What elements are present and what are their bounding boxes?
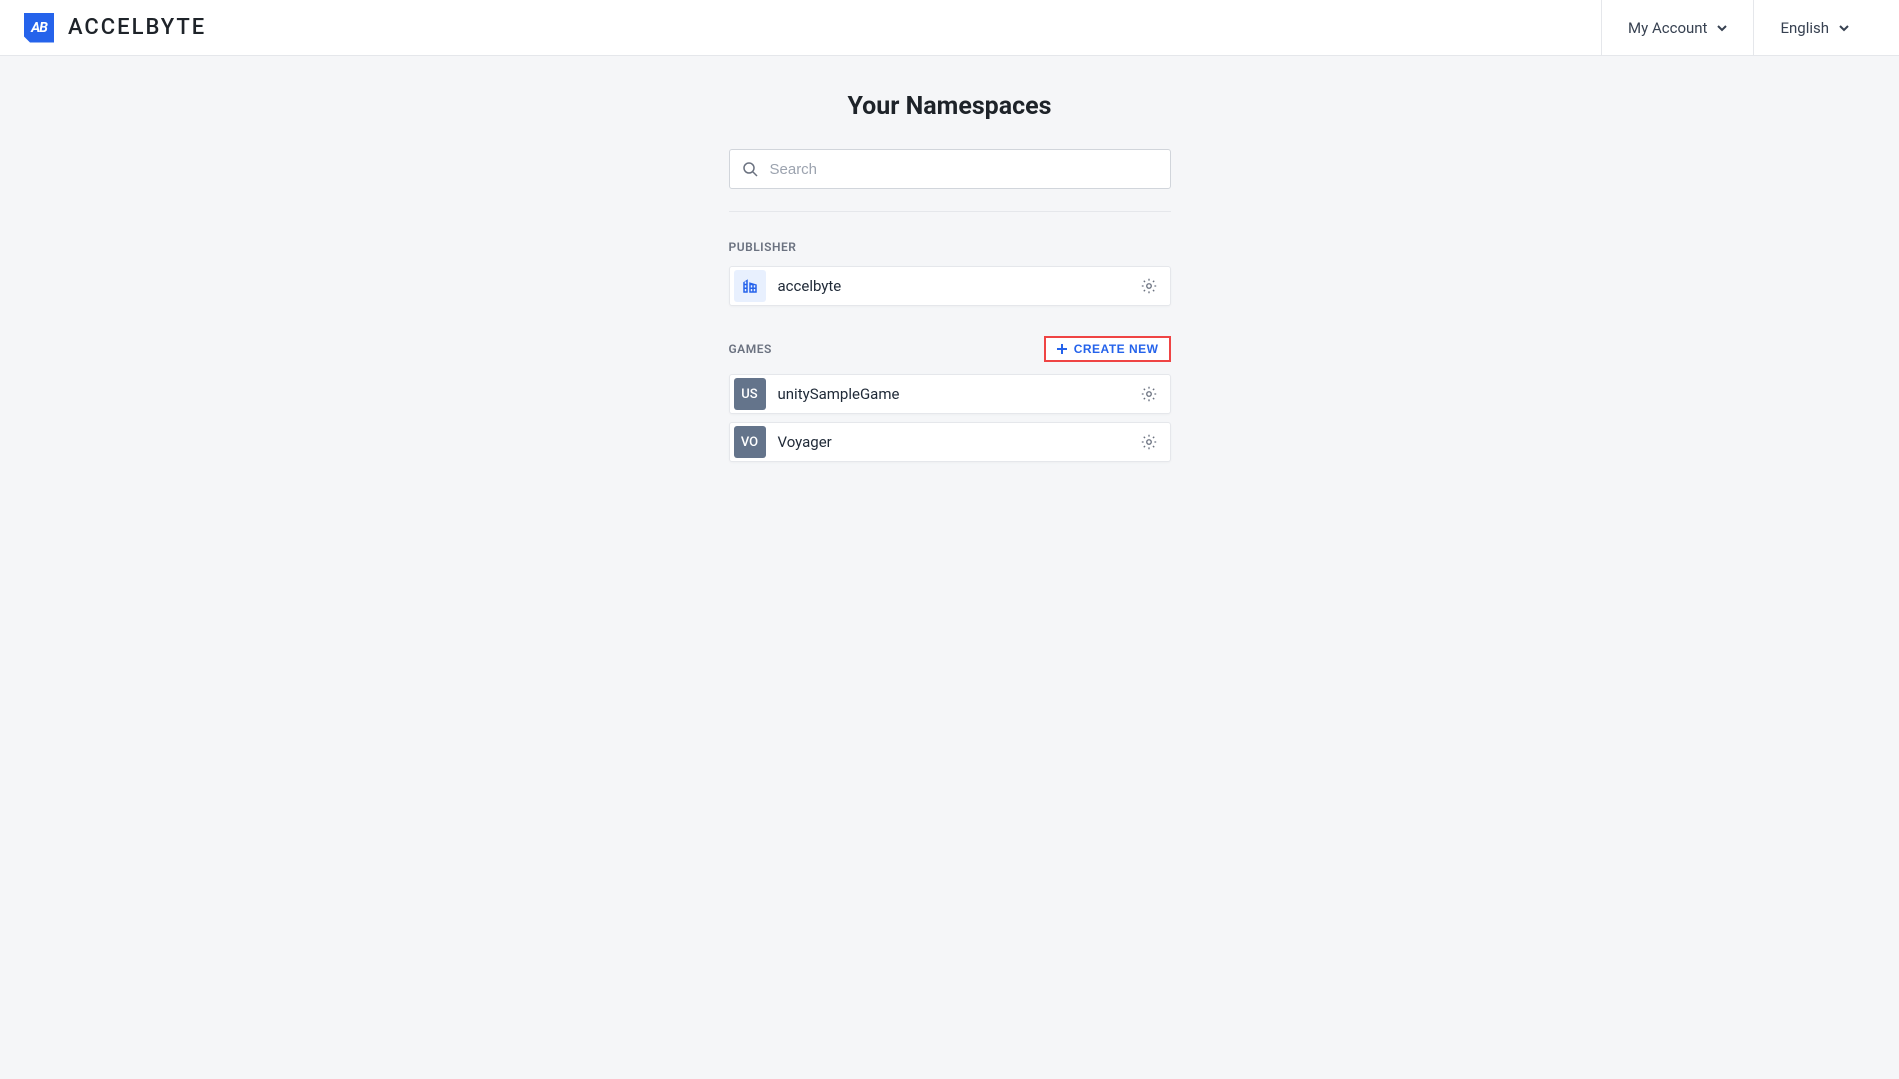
main-content: Your Namespaces PUBLISHER [0,56,1899,492]
brand-logo[interactable]: AB ACCELBYTE [24,13,206,43]
gear-icon[interactable] [1140,385,1158,403]
publisher-section: PUBLISHER accelbyte [729,240,1171,306]
page-title: Your Namespaces [848,92,1052,121]
namespace-name: accelbyte [778,277,1128,295]
my-account-dropdown[interactable]: My Account [1601,0,1753,56]
games-section: GAMES CREATE NEW US unitySampleGame [729,336,1171,462]
building-icon [734,270,766,302]
namespace-card-publisher[interactable]: accelbyte [729,266,1171,306]
create-new-label: CREATE NEW [1074,342,1159,356]
brand-mark-icon: AB [24,13,54,43]
language-dropdown[interactable]: English [1753,0,1875,56]
gear-icon[interactable] [1140,277,1158,295]
games-section-label: GAMES [729,342,772,356]
divider [729,211,1171,212]
namespace-name: Voyager [778,433,1128,451]
namespace-card-game[interactable]: VO Voyager [729,422,1171,462]
game-abbr-badge: US [734,378,766,410]
games-section-header: GAMES CREATE NEW [729,336,1171,362]
namespace-card-game[interactable]: US unitySampleGame [729,374,1171,414]
gear-icon[interactable] [1140,433,1158,451]
game-abbr-badge: VO [734,426,766,458]
search-icon [742,161,758,177]
search-box[interactable] [729,149,1171,189]
app-header: AB ACCELBYTE My Account English [0,0,1899,56]
header-right: My Account English [1601,0,1875,56]
my-account-label: My Account [1628,19,1707,37]
chevron-down-icon [1717,23,1727,33]
search-input[interactable] [770,161,1158,178]
language-label: English [1780,19,1829,37]
publisher-section-label: PUBLISHER [729,240,797,254]
publisher-section-header: PUBLISHER [729,240,1171,254]
content-column: PUBLISHER accelbyte [729,149,1171,492]
plus-icon [1056,343,1068,355]
brand-text: ACCELBYTE [68,15,206,40]
chevron-down-icon [1839,23,1849,33]
create-new-button[interactable]: CREATE NEW [1044,336,1171,362]
namespace-name: unitySampleGame [778,385,1128,403]
